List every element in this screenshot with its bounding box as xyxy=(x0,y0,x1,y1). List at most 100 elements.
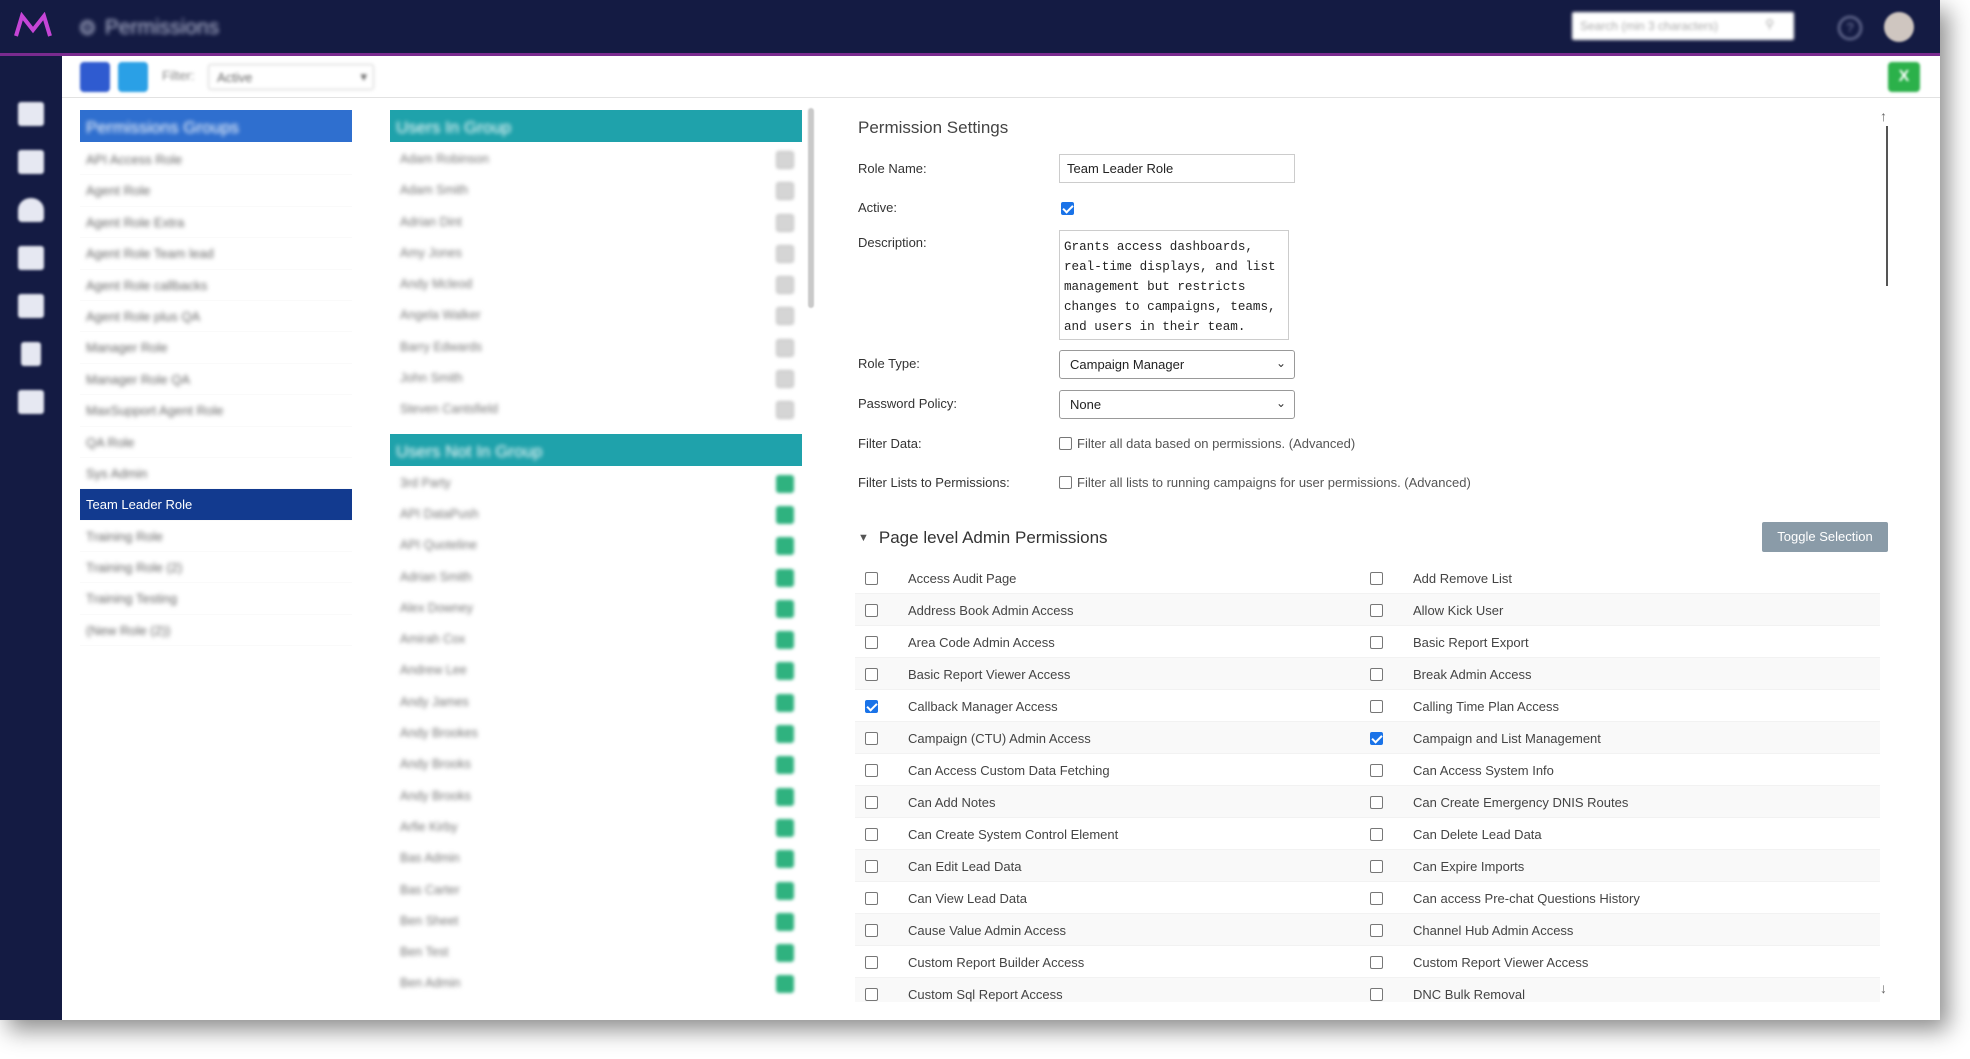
add-user-button[interactable] xyxy=(776,850,794,869)
group-item[interactable]: Sys Admin xyxy=(80,458,352,490)
scroll-thumb[interactable] xyxy=(1886,126,1888,286)
group-item[interactable]: MaxSupport Agent Role xyxy=(80,395,352,427)
permission-checkbox[interactable] xyxy=(1370,988,1383,1001)
excel-export-button[interactable]: X xyxy=(1888,62,1920,92)
add-user-button[interactable] xyxy=(776,725,794,744)
add-user-button[interactable] xyxy=(776,537,794,556)
nav-settings-icon[interactable] xyxy=(18,390,44,414)
add-user-button[interactable] xyxy=(776,662,794,681)
filter-data-option[interactable]: Filter all data based on permissions. (A… xyxy=(1059,436,1355,451)
group-item[interactable]: Manager Role QA xyxy=(80,364,352,396)
refresh-button[interactable] xyxy=(118,62,148,92)
permission-checkbox[interactable] xyxy=(1370,828,1383,841)
permission-checkbox[interactable] xyxy=(1370,700,1383,713)
permission-checkbox[interactable] xyxy=(865,732,878,745)
nav-campaign-icon[interactable] xyxy=(18,294,44,318)
group-item[interactable]: Training Role (2) xyxy=(80,552,352,584)
nav-list-icon[interactable] xyxy=(18,150,44,174)
scroll-up-arrow-icon[interactable]: ↑ xyxy=(1880,108,1887,124)
add-user-button[interactable] xyxy=(776,818,794,837)
group-item[interactable]: (New Role (2)) xyxy=(80,615,352,647)
filter-lists-checkbox[interactable] xyxy=(1059,476,1072,489)
permission-checkbox[interactable] xyxy=(1370,764,1383,777)
permission-checkbox[interactable] xyxy=(1370,924,1383,937)
remove-user-button[interactable] xyxy=(776,151,794,169)
role-name-input[interactable] xyxy=(1059,154,1295,183)
group-item[interactable]: Agent Role callbacks xyxy=(80,270,352,301)
add-user-button[interactable] xyxy=(776,568,794,587)
add-user-button[interactable] xyxy=(776,881,794,900)
permission-checkbox[interactable] xyxy=(865,860,878,873)
permission-checkbox[interactable] xyxy=(865,924,878,937)
nav-dashboard-icon[interactable] xyxy=(18,198,44,222)
active-checkbox[interactable] xyxy=(1061,202,1074,215)
add-user-button[interactable] xyxy=(776,474,794,493)
group-item[interactable]: Team Leader Role xyxy=(80,489,352,521)
add-user-button[interactable] xyxy=(776,787,794,806)
remove-user-button[interactable] xyxy=(776,182,794,201)
permission-checkbox[interactable] xyxy=(1370,732,1383,745)
global-search-input[interactable]: Search (min 3 characters) ⚲ xyxy=(1572,12,1794,40)
filter-lists-option[interactable]: Filter all lists to running campaigns fo… xyxy=(1059,475,1471,490)
admin-permissions-section-header[interactable]: ▼ Page level Admin Permissions xyxy=(858,528,1108,548)
add-user-button[interactable] xyxy=(776,975,794,994)
permission-checkbox[interactable] xyxy=(1370,860,1383,873)
description-textarea[interactable]: Grants access dashboards, real-time disp… xyxy=(1059,230,1289,340)
group-item[interactable]: Agent Role Team lead xyxy=(80,238,352,270)
permission-checkbox[interactable] xyxy=(865,796,878,809)
search-icon[interactable]: ⚲ xyxy=(1765,17,1774,31)
permission-checkbox[interactable] xyxy=(865,764,878,777)
add-user-button[interactable] xyxy=(776,599,794,618)
nav-database-icon[interactable] xyxy=(18,246,44,270)
permission-checkbox[interactable] xyxy=(865,668,878,681)
permission-checkbox[interactable] xyxy=(865,988,878,1001)
permission-checkbox[interactable] xyxy=(865,828,878,841)
add-user-button[interactable] xyxy=(776,912,794,931)
permission-checkbox[interactable] xyxy=(865,956,878,969)
group-item[interactable]: Agent Role plus QA xyxy=(80,301,352,333)
nav-report-icon[interactable] xyxy=(21,342,41,366)
users-scrollbar[interactable] xyxy=(808,108,814,308)
permission-checkbox[interactable] xyxy=(1370,956,1383,969)
filter-data-checkbox[interactable] xyxy=(1059,437,1072,450)
add-user-button[interactable] xyxy=(776,631,794,650)
filter-select[interactable]: Active ▾ xyxy=(208,64,374,90)
nav-home-icon[interactable] xyxy=(18,102,44,126)
permission-checkbox[interactable] xyxy=(865,636,878,649)
permission-checkbox[interactable] xyxy=(1370,892,1383,905)
toggle-selection-button[interactable]: Toggle Selection xyxy=(1762,522,1888,552)
group-item[interactable]: Agent Role Extra xyxy=(80,207,352,239)
help-icon[interactable]: ? xyxy=(1838,16,1862,40)
brand-logo-icon[interactable] xyxy=(14,11,52,40)
add-user-button[interactable] xyxy=(776,944,794,963)
permission-checkbox[interactable] xyxy=(865,572,878,585)
permission-checkbox[interactable] xyxy=(865,700,878,713)
password-policy-select[interactable]: None ⌄ xyxy=(1059,390,1295,419)
remove-user-button[interactable] xyxy=(776,244,794,263)
add-user-button[interactable] xyxy=(776,756,794,775)
permission-checkbox[interactable] xyxy=(1370,604,1383,617)
remove-user-button[interactable] xyxy=(776,213,794,232)
add-user-button[interactable] xyxy=(776,505,794,524)
group-item[interactable]: Training Role xyxy=(80,521,352,553)
settings-scrollbar[interactable]: ↑ ↓ xyxy=(1880,108,1896,1000)
group-item[interactable]: API Access Role xyxy=(80,144,352,176)
user-avatar[interactable] xyxy=(1884,12,1914,42)
permission-checkbox[interactable] xyxy=(1370,668,1383,681)
remove-user-button[interactable] xyxy=(776,370,794,389)
add-user-button[interactable] xyxy=(776,693,794,712)
remove-user-button[interactable] xyxy=(776,401,794,420)
group-item[interactable]: Manager Role xyxy=(80,332,352,364)
new-document-button[interactable] xyxy=(80,62,110,92)
remove-user-button[interactable] xyxy=(776,307,794,326)
remove-user-button[interactable] xyxy=(776,338,794,357)
permission-checkbox[interactable] xyxy=(1370,636,1383,649)
permission-checkbox[interactable] xyxy=(865,892,878,905)
permission-checkbox[interactable] xyxy=(1370,572,1383,585)
scroll-down-arrow-icon[interactable]: ↓ xyxy=(1880,980,1887,996)
group-item[interactable]: QA Role xyxy=(80,427,352,458)
permission-checkbox[interactable] xyxy=(1370,796,1383,809)
caret-down-icon[interactable]: ▼ xyxy=(858,532,869,544)
permission-checkbox[interactable] xyxy=(865,604,878,617)
remove-user-button[interactable] xyxy=(776,276,794,295)
